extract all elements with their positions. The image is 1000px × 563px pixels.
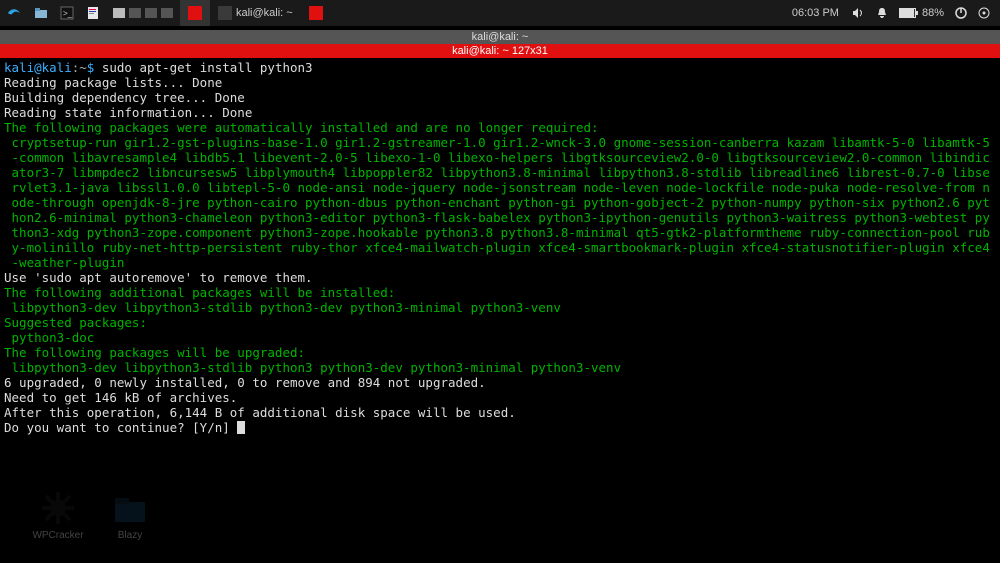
out-block: cryptsetup-run gir1.2-gst-plugins-base-1… <box>4 135 996 270</box>
workspace-2[interactable] <box>129 8 141 18</box>
titlebar-tab-active[interactable]: kali@kali: ~ 127x31 <box>0 44 1000 58</box>
taskbar-item-terminal[interactable]: kali@kali: ~ <box>210 0 301 26</box>
power-icon[interactable] <box>954 6 968 20</box>
folder-icon <box>112 490 148 526</box>
taskbar-item-label: kali@kali: ~ <box>236 7 293 19</box>
desktop-icon-label: Blazy <box>100 530 160 541</box>
editor-icon <box>86 6 100 20</box>
terminal-window: kali@kali: ~ kali@kali: ~ 127x31 kali@ka… <box>0 30 1000 437</box>
out-line: Do you want to continue? [Y/n] <box>4 420 237 435</box>
prompt-path: ~ <box>79 60 87 75</box>
desktop-icon-wpcracker[interactable]: WPCracker <box>28 490 88 541</box>
battery-indicator[interactable]: 88% <box>899 7 944 19</box>
out-line: After this operation, 6,144 B of additio… <box>4 405 516 420</box>
out-line: 6 upgraded, 0 newly installed, 0 to remo… <box>4 375 486 390</box>
workspace-switcher[interactable] <box>106 8 180 18</box>
out-line: The following packages were automaticall… <box>4 120 599 135</box>
app-menu-button[interactable] <box>0 0 28 26</box>
menu-icon[interactable] <box>978 7 990 19</box>
kali-dragon-icon <box>6 5 22 21</box>
out-line: The following additional packages will b… <box>4 285 395 300</box>
cursor <box>237 421 245 434</box>
out-line: Use 'sudo apt autoremove' to remove them… <box>4 270 313 285</box>
out-block: libpython3-dev libpython3-stdlib python3… <box>4 360 996 375</box>
titlebar-tab-inactive[interactable]: kali@kali: ~ <box>0 30 1000 44</box>
folder-icon <box>34 6 48 20</box>
terminal-body[interactable]: kali@kali:~$ sudo apt-get install python… <box>0 58 1000 437</box>
out-line: Suggested packages: <box>4 315 147 330</box>
clock[interactable]: 06:03 PM <box>792 7 839 19</box>
out-block: libpython3-dev libpython3-stdlib python3… <box>4 300 996 315</box>
desktop-icon-blazy[interactable]: Blazy <box>100 490 160 541</box>
out-block: python3-doc <box>4 330 996 345</box>
workspace-3[interactable] <box>145 8 157 18</box>
command-text: sudo apt-get install python3 <box>102 60 313 75</box>
terminal-icon: >_ <box>60 6 74 20</box>
gear-icon <box>40 490 76 526</box>
prompt-dollar: $ <box>87 60 95 75</box>
taskbar-item-other[interactable] <box>301 0 331 26</box>
taskbar-item-terminal-active[interactable] <box>180 0 210 26</box>
terminal-launcher-button[interactable]: >_ <box>54 0 80 26</box>
task-swatch-icon <box>309 6 323 20</box>
workspace-4[interactable] <box>161 8 173 18</box>
panel-left: >_ kali@kali: ~ <box>0 0 331 26</box>
out-line: Reading state information... Done <box>4 105 252 120</box>
volume-icon[interactable] <box>851 6 865 20</box>
svg-text:>_: >_ <box>63 9 73 18</box>
workspace-1[interactable] <box>113 8 125 18</box>
out-line: The following packages will be upgraded: <box>4 345 305 360</box>
desktop-icon-label: WPCracker <box>28 530 88 541</box>
battery-text: 88% <box>922 7 944 19</box>
notifications-icon[interactable] <box>875 6 889 20</box>
out-line: Building dependency tree... Done <box>4 90 245 105</box>
out-line: Reading package lists... Done <box>4 75 222 90</box>
file-manager-button[interactable] <box>28 0 54 26</box>
battery-icon <box>899 8 919 18</box>
task-swatch-icon <box>218 6 232 20</box>
panel-right: 06:03 PM 88% <box>792 0 1000 26</box>
prompt-user: kali@kali <box>4 60 72 75</box>
top-panel: >_ kali@kali: ~ 06:03 PM 88% <box>0 0 1000 26</box>
task-swatch-icon <box>188 6 202 20</box>
out-line: Need to get 146 kB of archives. <box>4 390 237 405</box>
text-editor-button[interactable] <box>80 0 106 26</box>
